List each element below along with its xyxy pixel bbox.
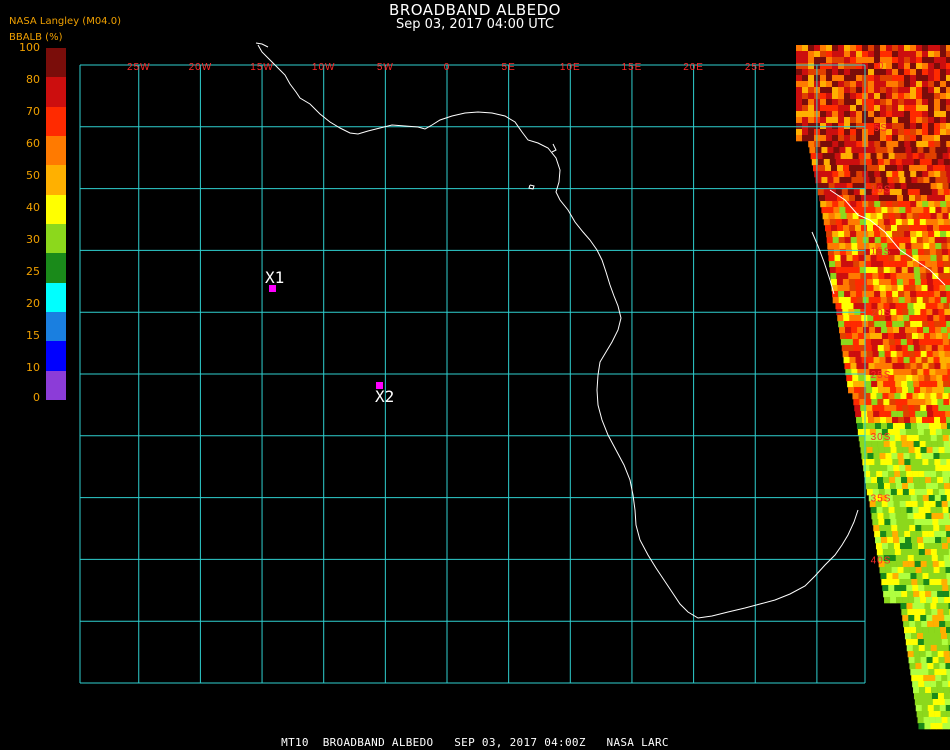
legend-tick-label: 20: [26, 297, 40, 310]
legend-tick-label: 25: [26, 265, 40, 278]
product-label: NASA Langley (M04.0): [9, 16, 121, 27]
color-legend: [46, 48, 66, 401]
satellite-imagery-strip: [796, 45, 950, 730]
lon-label: 15E: [622, 62, 643, 73]
legend-swatch: [46, 106, 66, 137]
lon-label: 20E: [683, 62, 704, 73]
legend-tick-label: 15: [26, 329, 40, 342]
map-canvas: 25W 20W 15W 10W 5W 0 5E 10E 15E 20E 25E 0 5S 10S 15S 20…: [79, 42, 950, 730]
legend-tick-label: 50: [26, 169, 40, 182]
legend-swatch: [46, 165, 66, 196]
legend-swatch: [46, 370, 66, 401]
legend-swatch: [46, 253, 66, 284]
lon-label: 10E: [560, 62, 581, 73]
lat-label: 40S: [871, 555, 892, 566]
legend-tick-label: 70: [26, 105, 40, 118]
legend-swatch: [46, 136, 66, 166]
legend-tick-label: 80: [26, 73, 40, 86]
lat-label: 35S: [871, 494, 892, 505]
legend-swatch: [46, 312, 66, 342]
point-marker-label: X2: [375, 387, 395, 406]
lon-label: 5E: [502, 62, 516, 73]
lat-lon-grid: [79, 64, 866, 684]
legend-tick-label: 40: [26, 201, 40, 214]
lat-label: 20S: [871, 308, 892, 319]
legend-swatch: [46, 224, 66, 254]
legend-tick-label: 60: [26, 137, 40, 150]
legend-swatch: [46, 194, 66, 225]
lon-label: 10W: [312, 62, 336, 73]
lat-label: 25S: [871, 370, 892, 381]
lon-label: 5W: [377, 62, 394, 73]
lat-label: 30S: [871, 432, 892, 443]
legend-swatch: [46, 48, 66, 78]
grid-labels: 25W 20W 15W 10W 5W 0 5E 10E 15E 20E 25E 0 5S 10S 15S 20…: [127, 61, 892, 566]
legend-tick-label: 100: [19, 41, 40, 54]
map-subtitle: Sep 03, 2017 04:00 UTC: [395, 17, 555, 32]
albedo-map-display: 25W 20W 15W 10W 5W 0 5E 10E 15E 20E 25E 0 5S 10S 15S 20…: [0, 0, 950, 750]
legend-tick-label: 30: [26, 233, 40, 246]
lat-label: 10S: [871, 185, 892, 196]
legend-tick-label: 10: [26, 361, 40, 374]
lon-label: 25E: [745, 62, 766, 73]
lon-label: 25W: [127, 62, 151, 73]
lon-label: 0: [444, 62, 451, 73]
point-marker-label: X1: [265, 268, 285, 287]
legend-tick-label: 0: [33, 391, 40, 404]
lon-label: 20W: [189, 62, 213, 73]
footer-caption: MT10 BROADBAND ALBEDO SEP 03, 2017 04:00…: [281, 736, 669, 749]
lat-label: 0: [878, 61, 885, 72]
lat-label: 5S: [874, 123, 888, 134]
legend-swatch: [46, 341, 66, 372]
legend-swatch: [46, 282, 66, 313]
legend-swatch: [46, 77, 66, 108]
lat-label: 15S: [871, 246, 892, 257]
lon-label: 15W: [250, 62, 274, 73]
